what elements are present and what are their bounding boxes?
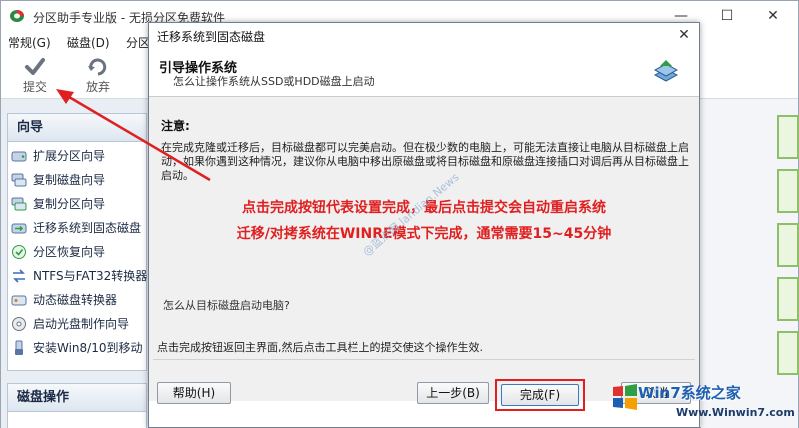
copy-disk-icon (11, 173, 27, 186)
disk-ops-panel: 磁盘操作 (7, 383, 147, 428)
discard-button[interactable]: 放弃 (78, 55, 118, 97)
disk-stack-icon (653, 60, 679, 82)
disk-partition-bar[interactable] (777, 169, 799, 213)
logo-url: Www.Winwin7.com (676, 406, 795, 419)
cd-icon (12, 316, 26, 331)
logo-text: Win7系统之家 (638, 384, 741, 402)
wizard-item-copy-partition[interactable]: 复制分区向导 (11, 195, 105, 215)
wizard-item-migrate-os[interactable]: 迁移系统到固态磁盘 (11, 219, 141, 239)
wizard-item-dynamic-disk[interactable]: 动态磁盘转换器 (11, 291, 117, 311)
dialog-title: 迁移系统到固态磁盘 (157, 30, 266, 44)
menu-disk[interactable]: 磁盘(D) (67, 34, 110, 51)
checkmark-icon (25, 58, 45, 75)
disk-partition-bar[interactable] (777, 115, 799, 159)
note-label: 注意: (161, 119, 190, 133)
header-subtitle: 怎么让操作系统从SSD或HDD磁盘上启动 (173, 75, 375, 88)
disk-icon (11, 151, 27, 161)
how-to-boot-text: 怎么从目标磁盘启动电脑? (163, 299, 290, 312)
wizard-item-copy-disk[interactable]: 复制磁盘向导 (11, 171, 105, 191)
dialog-body: 注意: 在完成克隆或迁移后，目标磁盘都可以完美启动。但在极少数的电脑上，可能无法… (149, 97, 699, 411)
migrate-os-dialog: 迁移系统到固态磁盘 ✕ 引导操作系统 怎么让操作系统从SSD或HDD磁盘上启动 … (148, 22, 700, 428)
dynamic-disk-icon (11, 295, 27, 305)
convert-icon (13, 268, 25, 283)
wizard-item-boot-cd[interactable]: 启动光盘制作向导 (11, 315, 129, 335)
disk-partition-bar[interactable] (777, 277, 799, 321)
help-button[interactable]: 帮助(H) (157, 382, 231, 404)
note-text: 在完成克隆或迁移后，目标磁盘都可以完美启动。但在极少数的电脑上，可能无法直接让电… (161, 141, 689, 182)
copy-partition-icon (11, 197, 27, 210)
wizard-item-extend-partition[interactable]: 扩展分区向导 (11, 147, 105, 167)
wizard-panel-title: 向导 (8, 114, 146, 142)
footer-note: 点击完成按钮返回主界面,然后点击工具栏上的提交使这个操作生效. (157, 341, 483, 354)
menu-general[interactable]: 常规(G) (8, 34, 51, 51)
app-logo-icon (10, 10, 24, 22)
windows-logo-icon (613, 384, 637, 410)
close-button[interactable]: ✕ (750, 1, 796, 31)
undo-icon (88, 58, 107, 76)
migrate-icon (11, 223, 27, 233)
dialog-close-button[interactable]: ✕ (675, 26, 693, 44)
maximize-button[interactable]: ☐ (704, 1, 750, 31)
highlight-duration-note: 迁移/对拷系统在WINRE模式下完成，通常需要15~45分钟 (236, 226, 612, 242)
wizard-item-ntfs-fat32[interactable]: NTFS与FAT32转换器 (11, 267, 147, 287)
divider (153, 359, 695, 360)
disk-partition-bar[interactable] (777, 223, 799, 267)
wizard-item-install-win[interactable]: 安装Win8/10到移动 (11, 339, 143, 359)
discard-label: 放弃 (85, 80, 110, 94)
finish-button[interactable]: 完成(F) (501, 384, 579, 406)
dialog-header: 引导操作系统 怎么让操作系统从SSD或HDD磁盘上启动 (149, 49, 699, 97)
recovery-icon (12, 244, 26, 259)
site-logo: Win7系统之家 Www.Winwin7.com (610, 376, 799, 428)
disk-ops-title: 磁盘操作 (8, 384, 146, 412)
submit-label: 提交 (22, 80, 47, 94)
back-button[interactable]: 上一步(B) (417, 382, 489, 404)
disk-partition-bar[interactable] (777, 331, 799, 375)
submit-button[interactable]: 提交 (15, 55, 55, 97)
usb-icon (15, 340, 23, 355)
wizard-item-partition-recovery[interactable]: 分区恢复向导 (11, 243, 105, 263)
menu-partition[interactable]: 分区 (126, 34, 150, 51)
